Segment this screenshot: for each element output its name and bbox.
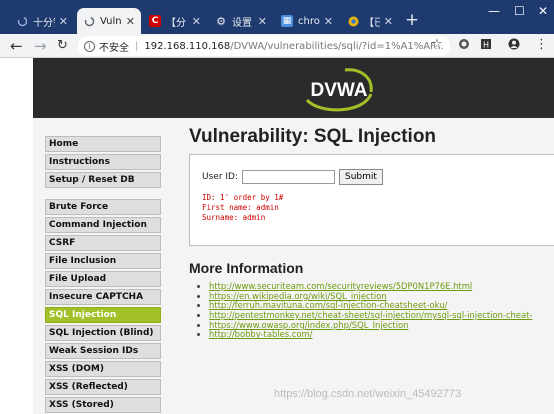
close-window-icon[interactable]: ✕ bbox=[538, 4, 548, 18]
tab-title: 【分 bbox=[166, 17, 186, 29]
profile-icon[interactable] bbox=[508, 38, 520, 54]
menu-item-weak-session-ids[interactable]: Weak Session IDs bbox=[45, 343, 161, 359]
close-icon[interactable]: ✕ bbox=[126, 15, 135, 28]
dvwa-header: DVWA bbox=[33, 58, 554, 118]
extension-icon[interactable] bbox=[458, 38, 470, 54]
dvwa-logo: DVWA bbox=[305, 68, 373, 112]
side-menu: Home Instructions Setup / Reset DB Brute… bbox=[45, 136, 161, 414]
gear-icon: ⚙ bbox=[216, 14, 226, 28]
reference-link[interactable]: https://en.wikipedia.org/wiki/SQL_inject… bbox=[209, 291, 387, 301]
browser-tab[interactable]: ▦ chrom ✕ bbox=[275, 8, 339, 34]
browser-tabstrip: 十分钟 ✕ Vulne ✕ C 【分 ✕ ⚙ 设置 ✕ ▦ chrom ✕ 【已… bbox=[0, 0, 554, 34]
menu-item-insecure-captcha[interactable]: Insecure CAPTCHA bbox=[45, 289, 161, 305]
menu-item-home[interactable]: Home bbox=[45, 136, 161, 152]
chrome-icon bbox=[347, 15, 359, 27]
maximize-icon[interactable]: ☐ bbox=[514, 4, 525, 18]
reference-links: http://www.securiteam.com/securityreview… bbox=[189, 281, 554, 340]
tab-title: 【已 bbox=[364, 17, 380, 29]
menu-item-xss-reflected[interactable]: XSS (Reflected) bbox=[45, 379, 161, 395]
close-icon[interactable]: ✕ bbox=[384, 15, 393, 28]
menu-item-sql-injection-blind[interactable]: SQL Injection (Blind) bbox=[45, 325, 161, 341]
menu-gap bbox=[45, 190, 161, 199]
menu-item-brute-force[interactable]: Brute Force bbox=[45, 199, 161, 215]
output-line: ID: 1' order by 1# bbox=[202, 193, 284, 202]
new-tab-button[interactable]: + bbox=[402, 11, 422, 31]
close-icon[interactable]: ✕ bbox=[59, 15, 68, 28]
menu-item-file-inclusion[interactable]: File Inclusion bbox=[45, 253, 161, 269]
user-id-label: User ID: bbox=[202, 172, 238, 182]
page-viewport: DVWA Home Instructions Setup / Reset DB … bbox=[0, 58, 554, 414]
output-line: First name: admin bbox=[202, 203, 279, 212]
menu-item-csrf[interactable]: CSRF bbox=[45, 235, 161, 251]
loading-icon bbox=[83, 15, 95, 27]
url-path: /DVWA/vulnerabilities/sqli/?id=1%A1%AF..… bbox=[230, 40, 444, 52]
reference-link[interactable]: http://ferruh.mavituna.com/sql-injection… bbox=[209, 300, 447, 311]
submit-button[interactable]: Submit bbox=[339, 169, 383, 185]
menu-item-file-upload[interactable]: File Upload bbox=[45, 271, 161, 287]
extension-icon[interactable]: H bbox=[480, 38, 492, 54]
security-label: 不安全 bbox=[99, 42, 129, 54]
svg-text:H: H bbox=[483, 41, 489, 50]
more-information-heading: More Information bbox=[189, 260, 304, 276]
browser-tab[interactable]: 【已 ✕ bbox=[341, 8, 399, 34]
query-output: ID: 1' order by 1# First name: admin Sur… bbox=[202, 193, 542, 223]
browser-tab[interactable]: 十分钟 ✕ bbox=[10, 8, 74, 34]
menu-item-command-injection[interactable]: Command Injection bbox=[45, 217, 161, 233]
tab-title: Vulne bbox=[100, 15, 122, 27]
reference-link[interactable]: http://www.securiteam.com/securityreview… bbox=[209, 281, 472, 291]
browser-tab[interactable]: ⚙ 设置 ✕ bbox=[209, 8, 273, 34]
reference-link[interactable]: http://pentestmonkey.net/cheat-sheet/sql… bbox=[209, 310, 532, 320]
menu-icon[interactable]: ⋮ bbox=[535, 37, 548, 53]
close-icon[interactable]: ✕ bbox=[192, 15, 201, 28]
tab-title: 设置 bbox=[232, 17, 252, 29]
info-icon[interactable]: i bbox=[84, 40, 95, 52]
back-button[interactable]: ← bbox=[10, 37, 23, 55]
menu-item-xss-dom[interactable]: XSS (DOM) bbox=[45, 361, 161, 377]
address-separator: | bbox=[135, 40, 139, 52]
page-title: Vulnerability: SQL Injection bbox=[189, 126, 437, 147]
user-id-form: User ID: Submit bbox=[202, 169, 542, 185]
watermark: https://blog.csdn.net/weixin_45492773 bbox=[274, 388, 462, 400]
page-margin bbox=[0, 58, 33, 414]
main-content: Vulnerability: SQL Injection User ID: Su… bbox=[189, 124, 554, 340]
logo-text: DVWA bbox=[311, 80, 368, 101]
browser-toolbar: ← → ↻ i 不安全 | 192.168.110.168 /DVWA/vuln… bbox=[0, 34, 554, 58]
user-id-input[interactable] bbox=[242, 170, 335, 184]
close-icon[interactable]: ✕ bbox=[258, 15, 267, 28]
dvwa-container: DVWA Home Instructions Setup / Reset DB … bbox=[33, 58, 554, 414]
csdn-icon: C bbox=[149, 15, 161, 27]
tab-title: chrom bbox=[298, 15, 320, 27]
puzzle-icon: ▦ bbox=[281, 15, 293, 27]
menu-item-instructions[interactable]: Instructions bbox=[45, 154, 161, 170]
close-icon[interactable]: ✕ bbox=[324, 15, 333, 28]
menu-item-setup[interactable]: Setup / Reset DB bbox=[45, 172, 161, 188]
reference-link[interactable]: http://bobby-tables.com/ bbox=[209, 329, 313, 340]
reload-button[interactable]: ↻ bbox=[57, 37, 68, 55]
minimize-icon[interactable]: — bbox=[488, 4, 500, 18]
reference-link[interactable]: https://www.owasp.org/index.php/SQL_Inje… bbox=[209, 320, 408, 330]
menu-item-sql-injection[interactable]: SQL Injection bbox=[45, 307, 161, 323]
bookmark-star-icon[interactable]: ☆ bbox=[431, 37, 443, 53]
url-host: 192.168.110.168 bbox=[144, 40, 231, 52]
list-item: http://bobby-tables.com/ bbox=[209, 330, 554, 340]
browser-tab-active[interactable]: Vulne ✕ bbox=[77, 8, 141, 34]
forward-button[interactable]: → bbox=[34, 37, 47, 55]
address-bar[interactable]: i 不安全 | 192.168.110.168 /DVWA/vulnerabil… bbox=[78, 36, 450, 56]
browser-tab[interactable]: C 【分 ✕ bbox=[143, 8, 207, 34]
vulnerable-code-area: User ID: Submit ID: 1' order by 1# First… bbox=[189, 154, 554, 246]
tab-title: 十分钟 bbox=[33, 17, 55, 29]
output-line: Surname: admin bbox=[202, 213, 266, 222]
loading-icon bbox=[16, 15, 28, 27]
menu-item-xss-stored[interactable]: XSS (Stored) bbox=[45, 397, 161, 413]
